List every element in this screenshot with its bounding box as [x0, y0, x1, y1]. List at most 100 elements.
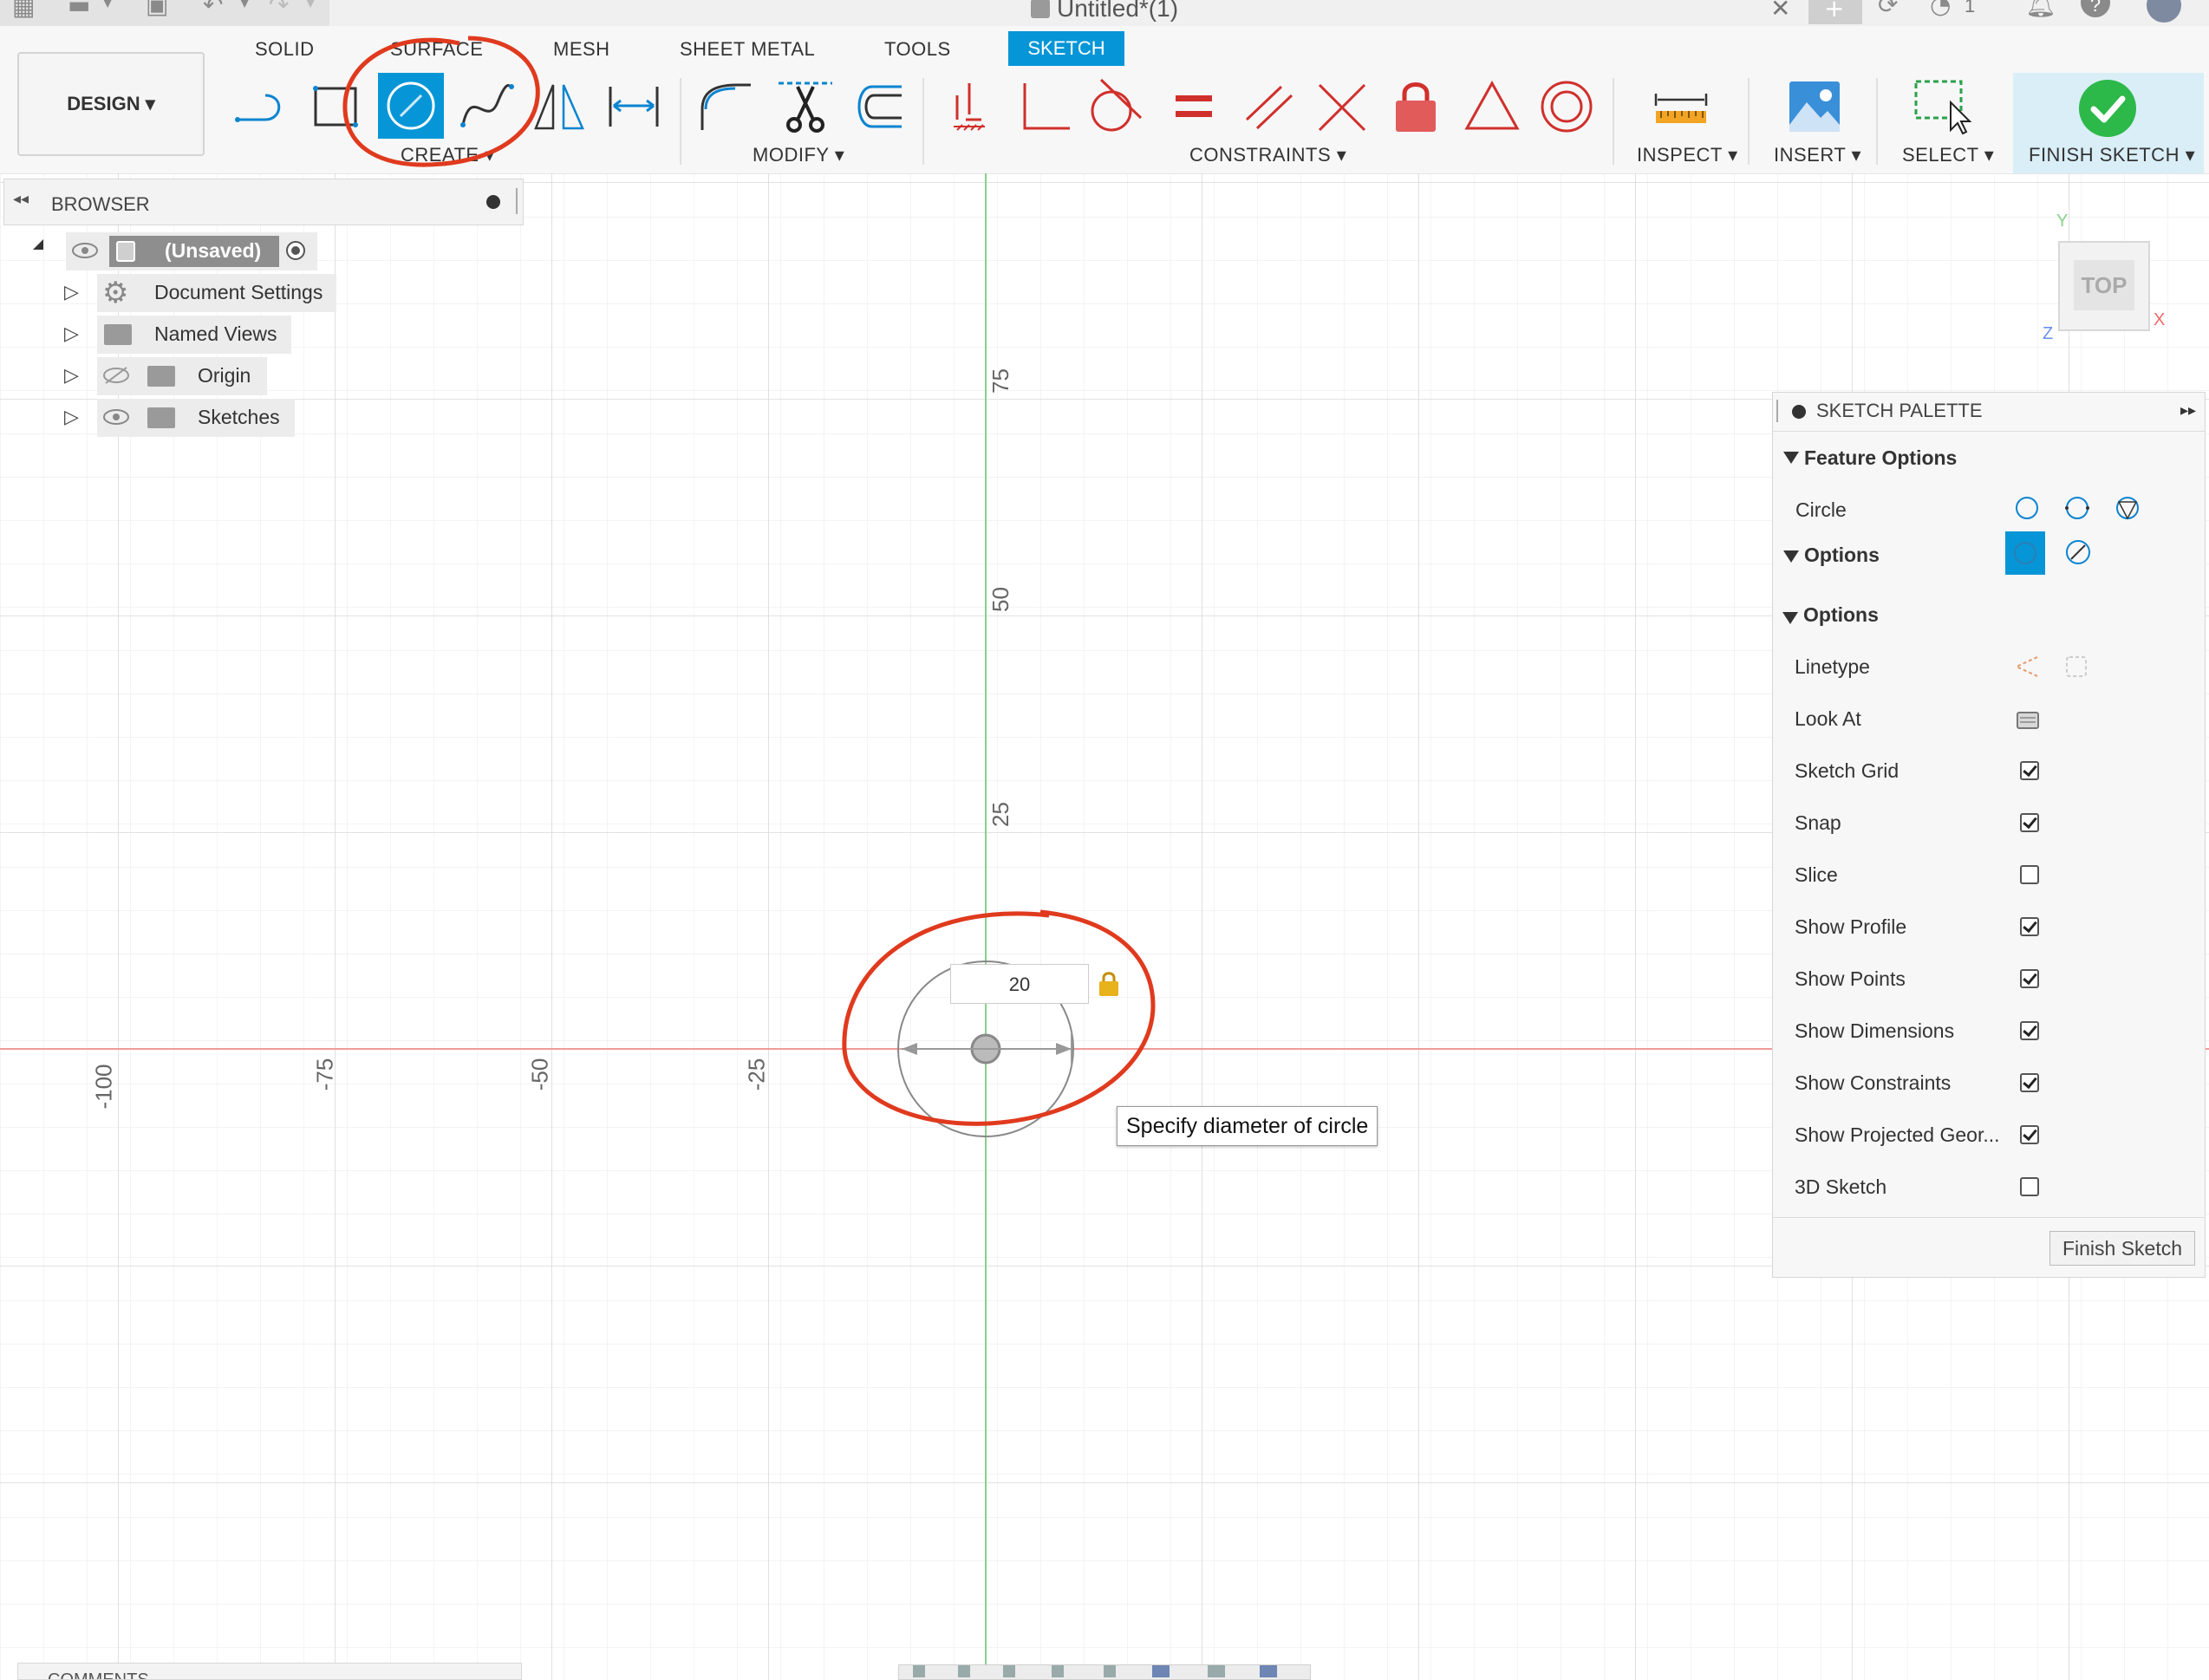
option-label: Show Constraints: [1795, 1071, 1952, 1094]
tab-sketch[interactable]: SKETCH: [1008, 31, 1124, 66]
centerline-linetype-icon[interactable]: [2063, 654, 2089, 680]
select-menu[interactable]: SELECT ▾: [1902, 144, 1994, 166]
option-label: Snap: [1795, 811, 1841, 834]
browser-options-icon[interactable]: [486, 195, 500, 209]
option-checkbox[interactable]: [2020, 761, 2039, 780]
tree-item-origin[interactable]: Origin: [198, 364, 251, 387]
tangent-constraint-icon[interactable]: [1084, 76, 1144, 137]
finish-sketch-menu[interactable]: FINISH SKETCH ▾: [2029, 144, 2195, 166]
fillet-tool-icon[interactable]: [694, 76, 754, 137]
dimension-tool-icon[interactable]: [603, 76, 664, 137]
display-settings-icon[interactable]: [1152, 1665, 1170, 1677]
select-window-icon[interactable]: [1911, 76, 1972, 137]
parallel-constraint-icon[interactable]: [1238, 76, 1299, 137]
expand-named-views-icon[interactable]: ▷: [64, 322, 79, 345]
palette-options-icon[interactable]: [1792, 405, 1806, 419]
option-checkbox[interactable]: [2020, 1021, 2039, 1040]
refresh-icon[interactable]: ⟳: [1878, 0, 1898, 17]
measure-ruler-icon[interactable]: [1651, 76, 1711, 137]
line-tool-icon[interactable]: [231, 76, 291, 137]
tab-sheet-metal[interactable]: SHEET METAL: [680, 38, 815, 61]
visibility-eye-icon[interactable]: [71, 241, 99, 260]
root-component-name[interactable]: (Unsaved): [165, 239, 261, 263]
trim-scissors-icon[interactable]: [775, 76, 836, 137]
fix-lock-icon[interactable]: [1385, 76, 1446, 137]
coincident-constraint-icon[interactable]: [940, 76, 1000, 137]
construction-linetype-icon[interactable]: [2013, 654, 2041, 680]
three-point-circle-icon[interactable]: [2115, 495, 2141, 521]
look-at-icon[interactable]: [2015, 707, 2041, 732]
offset-tool-icon[interactable]: [846, 76, 907, 137]
job-count: 1: [1965, 0, 1976, 16]
constraints-menu[interactable]: CONSTRAINTS ▾: [1189, 144, 1346, 166]
option-checkbox[interactable]: [2020, 969, 2039, 988]
close-tab-icon[interactable]: ✕: [1770, 0, 1790, 21]
collapse-browser-icon[interactable]: ◂◂: [13, 190, 29, 208]
tree-item-sketches[interactable]: Sketches: [198, 406, 280, 429]
notification-bell-icon[interactable]: 🔔︎: [2025, 0, 2056, 17]
look-at-nav-icon[interactable]: [958, 1665, 970, 1677]
y-tick-50: 50: [987, 587, 1013, 612]
expand-document-settings-icon[interactable]: ▷: [64, 281, 79, 303]
viewcube-face-top[interactable]: TOP: [2074, 260, 2134, 310]
hidden-eye-icon[interactable]: [102, 366, 130, 385]
diameter-input[interactable]: 20: [950, 964, 1089, 1004]
equal-constraint-icon[interactable]: [1163, 76, 1224, 137]
inspect-menu[interactable]: INSPECT ▾: [1637, 144, 1738, 166]
perpendicular-constraint-icon[interactable]: [1013, 76, 1073, 137]
tab-solid[interactable]: SOLID: [255, 38, 315, 61]
viewcube-axis-z: Z: [2043, 324, 2054, 343]
orbit-icon[interactable]: [913, 1665, 925, 1677]
finish-sketch-check-icon[interactable]: [2079, 80, 2136, 137]
annotation-circle-toolbar: [342, 36, 540, 167]
expand-origin-icon[interactable]: ▷: [64, 364, 79, 387]
tab-tools[interactable]: TOOLS: [884, 38, 951, 61]
options-section-title: Options: [1803, 603, 1879, 626]
finish-sketch-button[interactable]: Finish Sketch: [2049, 1231, 2195, 1266]
pan-icon[interactable]: [1003, 1665, 1015, 1677]
panel-resize-handle[interactable]: [516, 188, 518, 214]
palette-drag-handle[interactable]: [1776, 400, 1778, 422]
job-status-icon[interactable]: ◔: [1930, 0, 1951, 17]
dimension-lock-icon[interactable]: [1098, 971, 1120, 997]
visibility-eye-icon[interactable]: [102, 407, 130, 427]
collapse-options-arrow-icon[interactable]: [1782, 612, 1798, 624]
linetype-label: Linetype: [1795, 655, 1870, 678]
zoom-icon[interactable]: [1052, 1665, 1064, 1677]
tangent-circle-icon[interactable]: [2064, 538, 2092, 566]
center-diameter-circle-icon[interactable]: [2014, 495, 2040, 521]
option-checkbox[interactable]: [2020, 1125, 2039, 1144]
option-checkbox[interactable]: [2020, 1073, 2039, 1092]
tree-item-named-views[interactable]: Named Views: [154, 322, 277, 346]
option-checkbox[interactable]: [2020, 917, 2039, 936]
insert-image-icon[interactable]: [1784, 76, 1845, 137]
collapse-feature-options-icon[interactable]: [1783, 452, 1799, 464]
collapse-root-icon[interactable]: [33, 239, 43, 250]
expand-sketches-icon[interactable]: ▷: [64, 406, 79, 428]
new-tab-button[interactable]: +: [1808, 0, 1862, 24]
option-label: Show Projected Geor...: [1795, 1123, 2000, 1146]
grid-settings-icon[interactable]: [1208, 1665, 1225, 1677]
two-point-circle-icon[interactable]: [2064, 495, 2090, 521]
collapse-options-icon[interactable]: [1783, 550, 1799, 563]
concentric-constraint-icon[interactable]: [1536, 76, 1597, 137]
viewcube[interactable]: TOP: [2058, 241, 2150, 331]
activate-radio-icon[interactable]: [286, 241, 305, 260]
workspace-switcher-button[interactable]: DESIGN ▾: [17, 52, 205, 156]
tab-mesh[interactable]: MESH: [553, 38, 610, 61]
option-checkbox[interactable]: [2020, 813, 2039, 832]
tree-item-document-settings[interactable]: Document Settings: [154, 281, 323, 304]
collinear-constraint-icon[interactable]: [1311, 76, 1372, 137]
toolbar-divider: [1613, 78, 1614, 165]
viewports-icon[interactable]: [1260, 1665, 1277, 1677]
feature-options-title: Feature Options: [1804, 446, 1958, 469]
diameter-circle-option-selected[interactable]: [2005, 531, 2045, 575]
option-checkbox[interactable]: [2020, 865, 2039, 884]
insert-menu[interactable]: INSERT ▾: [1774, 144, 1861, 166]
modify-menu[interactable]: MODIFY ▾: [753, 144, 844, 166]
triangle-constraint-icon[interactable]: [1462, 76, 1522, 137]
gear-icon: ⚙: [102, 276, 129, 310]
expand-palette-icon[interactable]: ▸▸: [2180, 401, 2196, 420]
fit-icon[interactable]: [1104, 1665, 1116, 1677]
option-checkbox[interactable]: [2020, 1177, 2039, 1196]
